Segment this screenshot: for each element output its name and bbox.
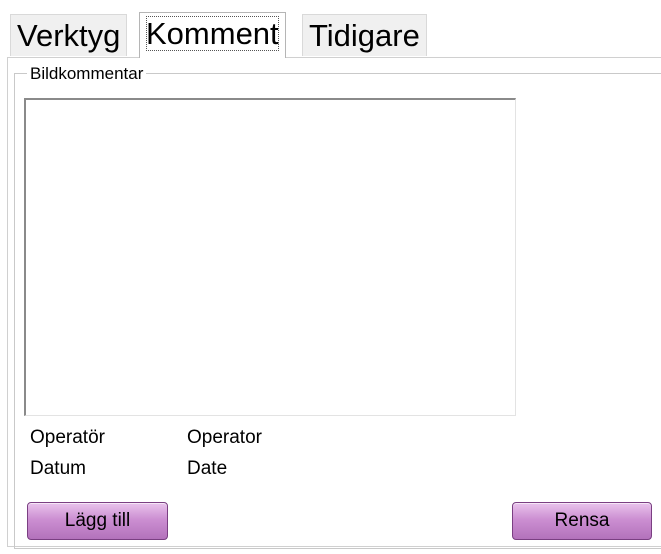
- tab-bar: Verktyg Komment Tidigare: [8, 12, 661, 58]
- add-button[interactable]: Lägg till: [27, 502, 168, 540]
- tab-verktyg[interactable]: Verktyg: [10, 14, 128, 56]
- tab-komment-label: Komment: [146, 16, 279, 51]
- operator-label: Operatör: [30, 427, 105, 448]
- date-label: Datum: [30, 458, 86, 479]
- date-value: Date: [187, 458, 228, 479]
- tab-tidigare[interactable]: Tidigare: [302, 14, 427, 56]
- operator-value: Operator: [187, 427, 262, 448]
- comment-group-legend: Bildkommentar: [27, 65, 147, 83]
- tab-verktyg-label: Verktyg: [17, 18, 121, 53]
- tab-komment[interactable]: Komment: [139, 12, 286, 58]
- clear-button[interactable]: Rensa: [512, 502, 652, 540]
- tab-tidigare-label: Tidigare: [309, 18, 420, 53]
- image-comment-textarea[interactable]: [24, 98, 516, 416]
